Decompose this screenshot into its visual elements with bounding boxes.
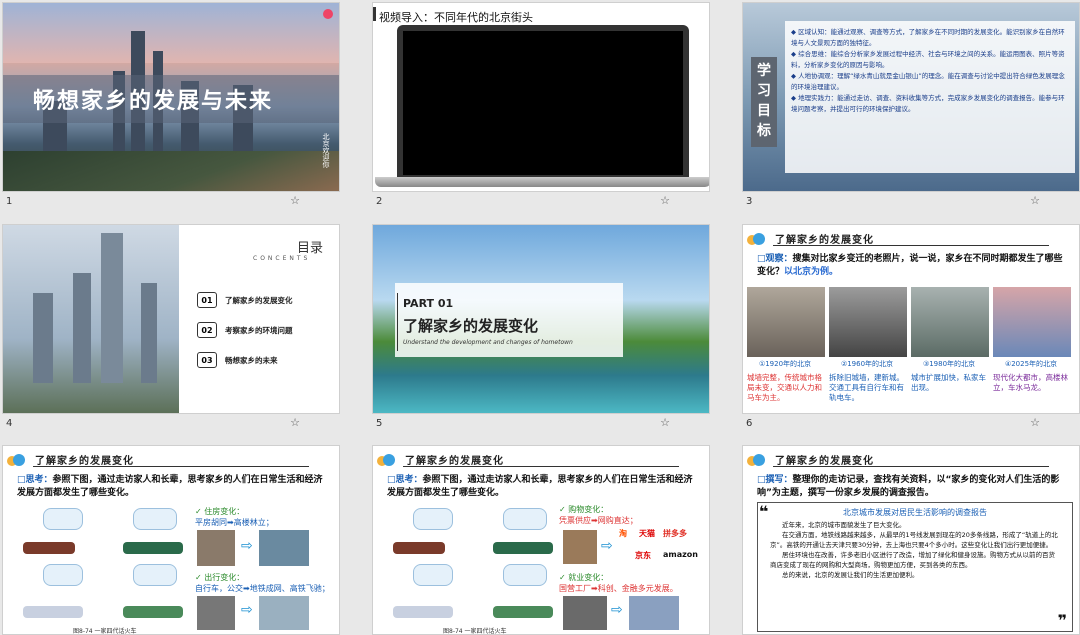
- star-icon[interactable]: ☆: [290, 416, 300, 429]
- slide-2-title: 视频导入：不同年代的北京街头: [379, 11, 533, 24]
- slide-thumb-4[interactable]: 目录 CONCENTS 01 了解家乡的发展变化 02 考察家乡的环境问题 03 畅想…: [0, 222, 340, 432]
- photo-1980: [911, 287, 989, 357]
- toc-item-2[interactable]: 02 考察家乡的环境问题: [197, 321, 337, 339]
- slide-thumb-2[interactable]: 视频导入：不同年代的北京街头 2 ☆: [370, 0, 710, 210]
- photo-1920: [747, 287, 825, 357]
- arrow-icon: ⇨: [241, 538, 253, 554]
- question: □思考：参照下图，通过走访家人和长辈，思考家乡的人们在日常生活和经济发展方面都发…: [17, 475, 323, 498]
- slide-2[interactable]: 视频导入：不同年代的北京街头: [372, 2, 710, 192]
- slide-7[interactable]: 了解家乡的发展变化 □思考：参照下图，通过走访家人和长辈，思考家乡的人们在日常生…: [2, 445, 340, 635]
- slide-3[interactable]: 学习目标 ◆ 区域认知：能通过观察、调查等方式，了解家乡在不同时期的发展变化。能…: [742, 2, 1080, 192]
- question: □思考：参照下图，通过走访家人和长辈，思考家乡的人们在日常生活和经济发展方面都发…: [387, 475, 693, 498]
- photo-2025: [993, 287, 1071, 357]
- slide-header: 了解家乡的发展变化: [775, 235, 874, 246]
- steam-train: [23, 542, 75, 554]
- arrow-icon: ⇨: [241, 602, 253, 618]
- slide-number: 6: [746, 418, 753, 429]
- slide-1[interactable]: 畅想家乡的发展与未来 北京欢迎你: [2, 2, 340, 192]
- slide-number: 4: [6, 418, 13, 429]
- slide-4[interactable]: 目录 CONCENTS 01 了解家乡的发展变化 02 考察家乡的环境问题 03 畅想…: [2, 224, 340, 414]
- slide-number: 3: [746, 196, 753, 207]
- part-label: PART 01: [403, 297, 454, 310]
- close-quote-icon: ❞: [1057, 611, 1067, 630]
- toc-item-3[interactable]: 03 畅想家乡的未来: [197, 351, 337, 369]
- cloud-icon: [747, 232, 769, 245]
- star-icon[interactable]: ☆: [660, 194, 670, 207]
- slide-1-title: 畅想家乡的发展与未来: [33, 89, 274, 114]
- slide-thumb-3[interactable]: 学习目标 ◆ 区域认知：能通过观察、调查等方式，了解家乡在不同时期的发展变化。能…: [740, 0, 1080, 210]
- toc-item-1[interactable]: 01 了解家乡的发展变化: [197, 291, 337, 309]
- slide-thumb-8[interactable]: 了解家乡的发展变化 □思考：参照下图，通过走访家人和长辈，思考家乡的人们在日常生…: [370, 443, 710, 635]
- record-dot-icon: [323, 9, 333, 19]
- contents-logo: 目录: [297, 241, 324, 256]
- question: □观察：搜集对比家乡变迁的老照片，说一说，家乡在不同时期都发生了哪些变化？以北京…: [757, 254, 1063, 277]
- slide-thumb-9[interactable]: 了解家乡的发展变化 □撰写：整理你的走访记录，查找有关资料，以“家乡的变化对人们…: [740, 443, 1080, 635]
- arrow-icon: ⇨: [611, 602, 623, 618]
- slide-8[interactable]: 了解家乡的发展变化 □思考：参照下图，通过走访家人和长辈，思考家乡的人们在日常生…: [372, 445, 710, 635]
- cloud-icon: [7, 453, 29, 466]
- star-icon[interactable]: ☆: [1030, 194, 1040, 207]
- cloud-icon: [377, 453, 399, 466]
- slide-sorter: 畅想家乡的发展与未来 北京欢迎你 1 ☆ 视频导入：不同年代的北京街头 2 ☆ …: [0, 0, 1080, 635]
- arrow-icon: ⇨: [601, 538, 613, 554]
- slide-header: 了解家乡的发展变化: [775, 456, 874, 467]
- star-icon[interactable]: ☆: [290, 194, 300, 207]
- slide-5[interactable]: PART 01 了解家乡的发展变化 Understand the develop…: [372, 224, 710, 414]
- bullet-train: [393, 606, 453, 618]
- green-train: [123, 542, 183, 554]
- bullet-train: [23, 606, 83, 618]
- question: □撰写：整理你的走访记录，查找有关资料，以“家乡的变化对人们生活的影响”为主题，…: [757, 475, 1060, 498]
- slide-1-side-text: 北京欢迎你: [322, 133, 330, 168]
- slide-3-side-title: 学习目标: [751, 57, 777, 147]
- slide-number: 1: [6, 196, 13, 207]
- star-icon[interactable]: ☆: [1030, 416, 1040, 429]
- report-box: 北京城市发展对居民生活影响的调查报告 近年来，北京的城市面貌发生了巨大变化。 在…: [757, 502, 1073, 632]
- slide-thumb-7[interactable]: 了解家乡的发展变化 □思考：参照下图，通过走访家人和长辈，思考家乡的人们在日常生…: [0, 443, 340, 635]
- part-subtitle: Understand the development and changes o…: [403, 339, 573, 346]
- ev-train: [123, 606, 183, 618]
- ration-ticket-image: [563, 530, 597, 564]
- star-icon[interactable]: ☆: [660, 416, 670, 429]
- steam-train: [393, 542, 445, 554]
- slide-6[interactable]: 了解家乡的发展变化 □观察：搜集对比家乡变迁的老照片，说一说，家乡在不同时期都发…: [742, 224, 1080, 414]
- slide-number: 2: [376, 196, 383, 207]
- photo-1960: [829, 287, 907, 357]
- laptop-video[interactable]: [397, 25, 689, 177]
- slide-number: 5: [376, 418, 383, 429]
- slide-9[interactable]: 了解家乡的发展变化 □撰写：整理你的走访记录，查找有关资料，以“家乡的变化对人们…: [742, 445, 1080, 635]
- slide-header: 了解家乡的发展变化: [405, 456, 504, 467]
- slide-thumb-6[interactable]: 了解家乡的发展变化 □观察：搜集对比家乡变迁的老照片，说一说，家乡在不同时期都发…: [740, 222, 1080, 432]
- learning-goals: ◆ 区域认知：能通过观察、调查等方式，了解家乡在不同时期的发展变化。能识别家乡在…: [785, 21, 1075, 173]
- green-train: [493, 542, 553, 554]
- slide-thumb-5[interactable]: PART 01 了解家乡的发展变化 Understand the develop…: [370, 222, 710, 432]
- contents-label: CONCENTS: [253, 255, 311, 262]
- slide-thumb-1[interactable]: 畅想家乡的发展与未来 北京欢迎你 1 ☆: [0, 0, 340, 210]
- open-quote-icon: ❝: [759, 502, 769, 521]
- slide-header: 了解家乡的发展变化: [35, 456, 134, 467]
- part-title: 了解家乡的发展变化: [403, 317, 539, 335]
- ev-train: [493, 606, 553, 618]
- cloud-icon: [747, 453, 769, 466]
